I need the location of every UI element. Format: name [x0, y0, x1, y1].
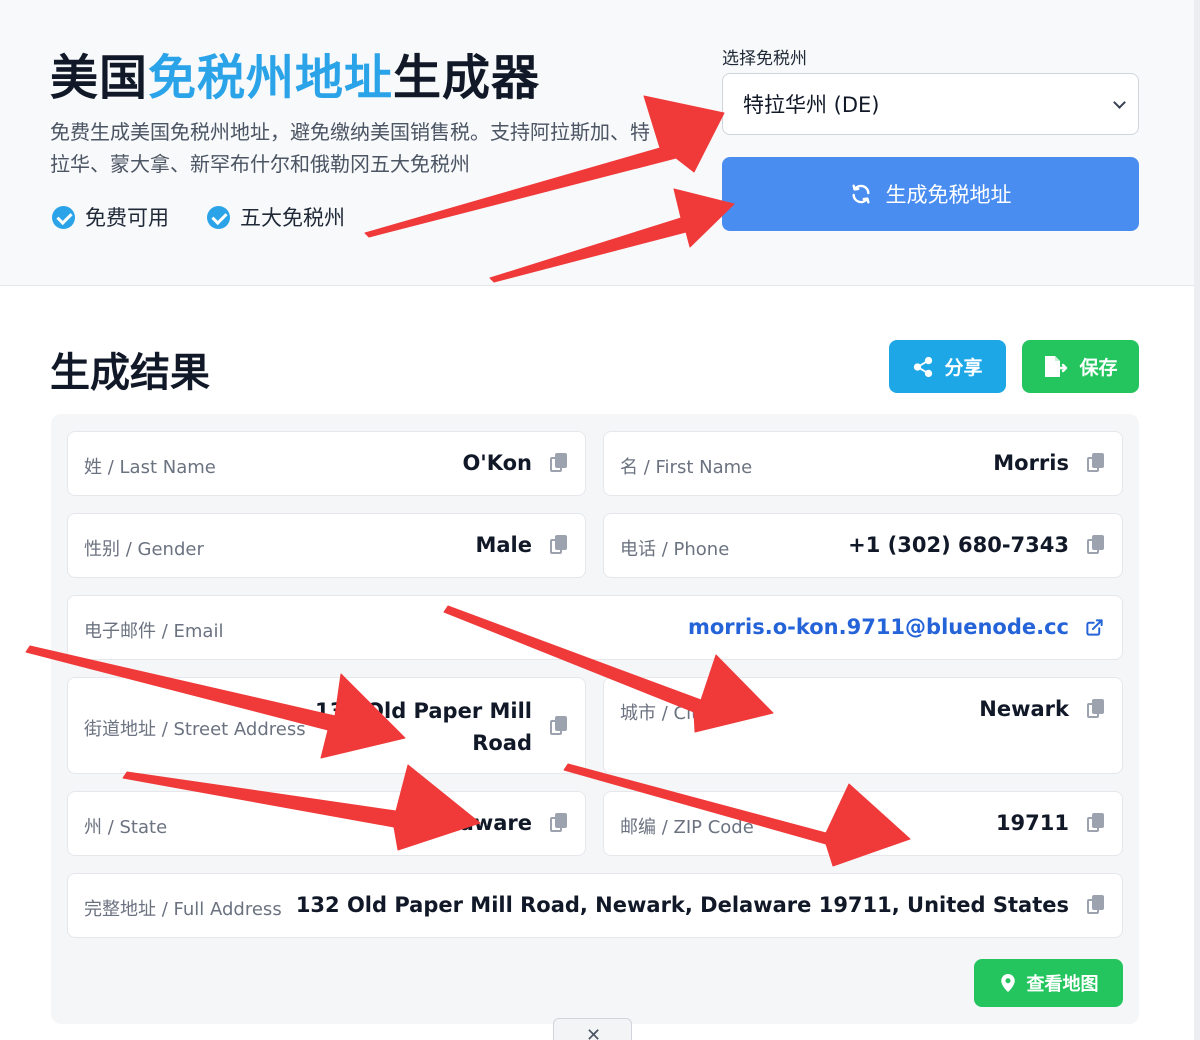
- results-title: 生成结果: [50, 350, 210, 396]
- field-full-address: 完整地址 / Full Address 132 Old Paper Mill R…: [67, 873, 1123, 938]
- feature-label: 免费可用: [85, 206, 169, 230]
- field-label: 州 / State: [84, 817, 168, 838]
- share-icon: [914, 356, 933, 377]
- copy-icon[interactable]: [1087, 699, 1105, 719]
- state-select-value: 特拉华州 (DE): [743, 93, 880, 117]
- file-export-icon: [1045, 355, 1068, 377]
- save-button[interactable]: 保存: [1022, 340, 1139, 393]
- field-label: 电话 / Phone: [620, 539, 730, 560]
- field-value: +1 (302) 680-7343: [848, 533, 1069, 557]
- field-label: 性别 / Gender: [84, 539, 204, 560]
- chevron-down-icon: [1113, 96, 1126, 109]
- external-link-icon[interactable]: [1085, 618, 1104, 637]
- field-label: 姓 / Last Name: [84, 457, 216, 478]
- check-circle-icon: [52, 205, 75, 229]
- map-pin-icon: [1000, 974, 1015, 992]
- field-value: Delaware: [420, 811, 532, 835]
- hero-section: 美国免税州地址生成器 免费生成美国免税州地址，避免缴纳美国销售税。支持阿拉斯加、…: [0, 0, 1200, 286]
- copy-icon[interactable]: [1087, 895, 1105, 915]
- field-value: 19711: [995, 811, 1069, 835]
- copy-icon[interactable]: [550, 535, 568, 555]
- close-icon: ✕: [586, 1025, 602, 1040]
- title-part-2: 生成器: [393, 50, 541, 106]
- generate-address-button[interactable]: 生成免税地址: [722, 157, 1139, 231]
- page-description: 免费生成美国免税州地址，避免缴纳美国销售税。支持阿拉斯加、特拉华、蒙大拿、新罕布…: [50, 120, 650, 176]
- field-gender: 性别 / Gender Male: [67, 513, 586, 578]
- field-label: 邮编 / ZIP Code: [620, 817, 754, 838]
- copy-icon[interactable]: [550, 813, 568, 833]
- generate-button-label: 生成免税地址: [885, 183, 1012, 207]
- field-city: 城市 / City Newark: [603, 677, 1123, 774]
- view-map-button[interactable]: 查看地图: [974, 959, 1123, 1007]
- field-value: Male: [475, 533, 532, 557]
- feature-free: 免费可用: [52, 202, 169, 232]
- field-label: 名 / First Name: [620, 457, 753, 478]
- field-last-name: 姓 / Last Name O'Kon: [67, 431, 586, 496]
- state-select-label: 选择免税州: [722, 49, 807, 69]
- state-select[interactable]: 特拉华州 (DE): [722, 73, 1139, 135]
- title-part-1: 美国: [50, 50, 149, 106]
- scrollbar-track[interactable]: [1194, 0, 1200, 1040]
- share-label: 分享: [944, 357, 983, 379]
- share-button[interactable]: 分享: [889, 340, 1006, 393]
- copy-icon[interactable]: [1087, 535, 1105, 555]
- feature-label: 五大免税州: [240, 206, 345, 230]
- field-email: 电子邮件 / Email morris.o-kon.9711@bluenode.…: [67, 595, 1123, 660]
- check-circle-icon: [207, 205, 230, 229]
- title-accent: 免税州地址: [148, 50, 394, 106]
- field-phone: 电话 / Phone +1 (302) 680-7343: [603, 513, 1123, 578]
- page-title: 美国免税州地址生成器: [50, 38, 540, 108]
- field-first-name: 名 / First Name Morris: [603, 431, 1123, 496]
- email-link[interactable]: morris.o-kon.9711@bluenode.cc: [688, 615, 1069, 639]
- field-value: Newark: [979, 697, 1069, 721]
- field-value: 132 Old Paper Mill Road: [315, 699, 532, 755]
- field-label: 街道地址 / Street Address: [84, 719, 306, 740]
- feature-five-states: 五大免税州: [207, 202, 345, 232]
- copy-icon[interactable]: [550, 716, 568, 736]
- field-state: 州 / State Delaware: [67, 791, 586, 856]
- save-label: 保存: [1079, 357, 1118, 379]
- copy-icon[interactable]: [1087, 813, 1105, 833]
- field-value: Morris: [993, 451, 1069, 475]
- view-map-label: 查看地图: [1026, 974, 1099, 995]
- field-label: 完整地址 / Full Address: [84, 899, 282, 920]
- copy-icon[interactable]: [550, 453, 568, 473]
- copy-icon[interactable]: [1087, 453, 1105, 473]
- collapse-tab[interactable]: ✕: [553, 1018, 632, 1040]
- refresh-icon: [851, 184, 870, 204]
- field-label: 电子邮件 / Email: [84, 621, 224, 642]
- field-value: O'Kon: [462, 451, 532, 475]
- field-value: 132 Old Paper Mill Road, Newark, Delawar…: [295, 893, 1069, 917]
- field-label: 城市 / City: [620, 703, 709, 724]
- field-street-address: 街道地址 / Street Address 132 Old Paper Mill…: [67, 677, 586, 774]
- field-zip: 邮编 / ZIP Code 19711: [603, 791, 1123, 856]
